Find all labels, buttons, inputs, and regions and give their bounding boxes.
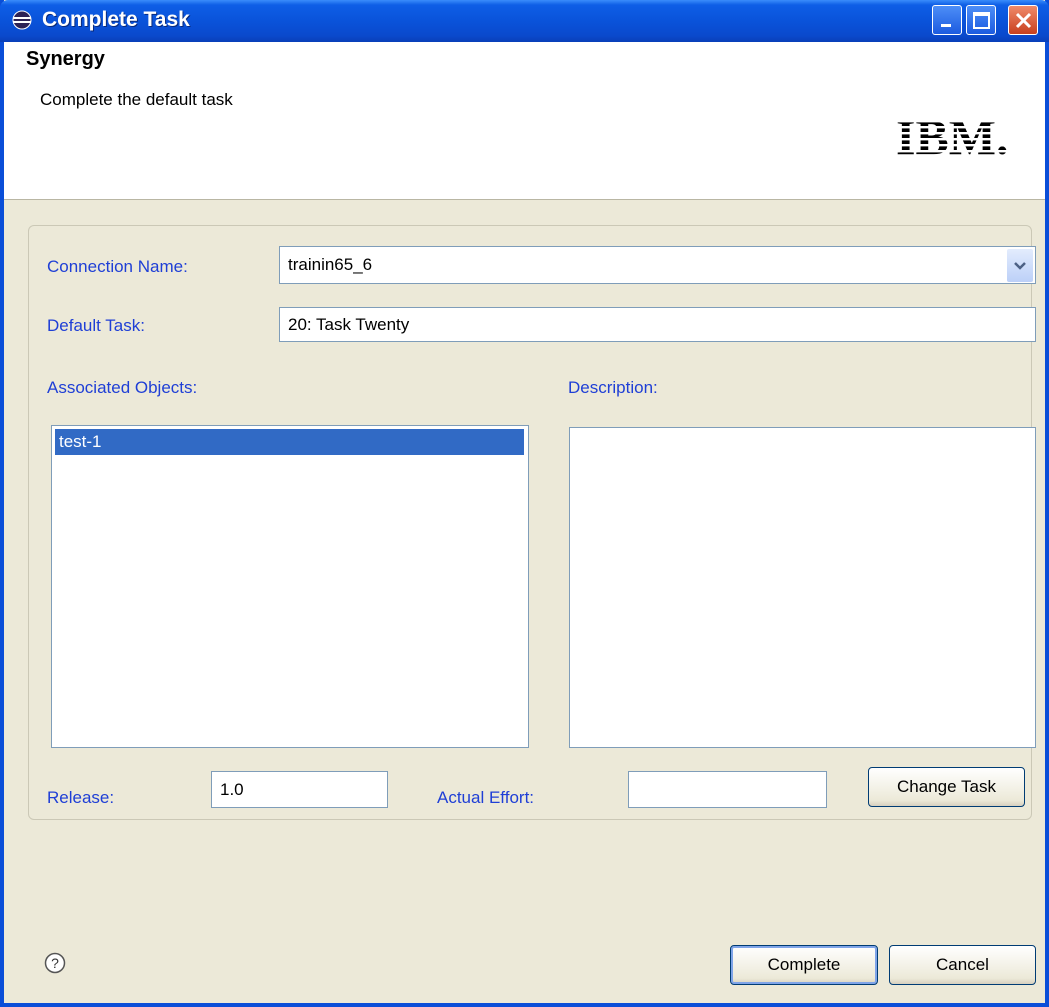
actual-effort-field[interactable] bbox=[628, 771, 827, 808]
cancel-button[interactable]: Cancel bbox=[889, 945, 1036, 985]
dialog-banner bbox=[4, 42, 1045, 200]
default-task-value: 20: Task Twenty bbox=[288, 314, 410, 334]
default-task-field[interactable]: 20: Task Twenty bbox=[279, 307, 1036, 342]
minimize-button[interactable] bbox=[932, 5, 962, 35]
connection-name-value: trainin65_6 bbox=[288, 255, 373, 274]
maximize-icon bbox=[973, 12, 990, 29]
release-label: Release: bbox=[47, 788, 115, 807]
associated-objects-list[interactable]: test-1 bbox=[51, 425, 529, 748]
complete-task-dialog: Complete Task Synergy Complete the defau… bbox=[0, 0, 1049, 1007]
ibm-logo: IBM. bbox=[896, 109, 1026, 160]
change-task-button[interactable]: Change Task bbox=[868, 767, 1025, 807]
close-icon bbox=[1015, 12, 1032, 29]
window-title: Complete Task bbox=[42, 8, 190, 31]
help-icon[interactable]: ? bbox=[44, 952, 66, 974]
close-button[interactable] bbox=[1008, 5, 1038, 35]
description-label: Description: bbox=[568, 378, 658, 397]
description-textarea[interactable] bbox=[569, 427, 1036, 748]
eclipse-icon bbox=[12, 10, 32, 30]
list-item[interactable]: test-1 bbox=[55, 429, 524, 455]
chevron-down-icon bbox=[1014, 262, 1026, 270]
connection-name-label: Connection Name: bbox=[47, 257, 188, 276]
complete-button[interactable]: Complete bbox=[730, 945, 878, 985]
default-task-label: Default Task: bbox=[47, 316, 145, 335]
release-value: 1.0 bbox=[220, 779, 244, 799]
associated-objects-label: Associated Objects: bbox=[47, 378, 198, 397]
minimize-icon bbox=[941, 24, 951, 27]
banner-title: Synergy bbox=[26, 48, 105, 70]
maximize-button[interactable] bbox=[966, 5, 996, 35]
connection-name-combo[interactable]: trainin65_6 bbox=[279, 246, 1036, 284]
title-bar[interactable]: Complete Task bbox=[0, 0, 1049, 42]
banner-subtitle: Complete the default task bbox=[40, 90, 233, 109]
actual-effort-label: Actual Effort: bbox=[437, 788, 535, 807]
svg-text:?: ? bbox=[51, 955, 59, 971]
combo-dropdown-button[interactable] bbox=[1007, 249, 1033, 282]
release-field[interactable]: 1.0 bbox=[211, 771, 388, 808]
